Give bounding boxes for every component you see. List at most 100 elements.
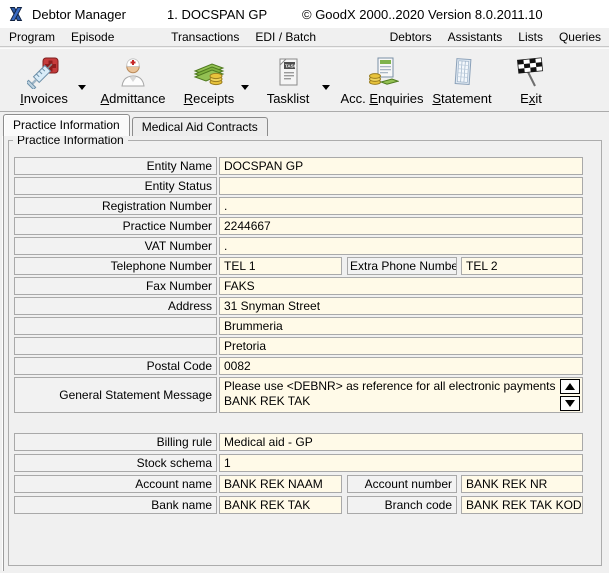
account-number-field[interactable]: BANK REK NR [461, 475, 583, 493]
entity-name-field[interactable]: DOCSPAN GP [219, 157, 583, 175]
menu-lists[interactable]: Lists [510, 28, 551, 47]
current-entity-title: 1. DOCSPAN GP [167, 7, 267, 22]
account-number-label: Account number [347, 475, 457, 493]
menu-transactions[interactable]: Transactions [163, 28, 247, 47]
svg-text:TASK: TASK [285, 63, 298, 68]
address-line2-field[interactable]: Brummeria [219, 317, 583, 335]
tab-practice-information[interactable]: Practice Information [3, 114, 130, 136]
syringe-blood-bag-icon [8, 54, 80, 90]
telephone-number-label: Telephone Number [14, 257, 217, 275]
extra-phone-number-field[interactable]: TEL 2 [461, 257, 583, 275]
extra-phone-number-label: Extra Phone Number [347, 257, 457, 275]
bank-name-label: Bank name [14, 496, 217, 514]
tasklist-button-label: Tasklist [258, 91, 318, 106]
entity-status-label: Entity Status [14, 177, 217, 195]
entity-name-row: Entity Name DOCSPAN GP [14, 157, 583, 175]
postal-code-label: Postal Code [14, 357, 217, 375]
postal-code-row: Postal Code 0082 [14, 357, 583, 375]
billing-rule-field[interactable]: Medical aid - GP [219, 433, 583, 451]
stock-schema-label: Stock schema [14, 454, 217, 472]
practice-number-label: Practice Number [14, 217, 217, 235]
account-name-field[interactable]: BANK REK NAAM [219, 475, 342, 493]
ledger-document-icon [426, 54, 498, 90]
practice-number-row: Practice Number 2244667 [14, 217, 583, 235]
bank-row: Bank name BANK REK TAK Branch code BANK … [14, 496, 583, 514]
banknotes-coins-icon [180, 54, 238, 90]
window-title: Debtor Manager [32, 7, 126, 22]
menu-bar: Program Episode Numbers Transactions EDI… [0, 28, 609, 47]
down-arrow-icon [565, 400, 575, 407]
fax-number-row: Fax Number FAKS [14, 277, 583, 295]
menu-debtors[interactable]: Debtors [382, 28, 440, 47]
menu-assistants[interactable]: Assistants [440, 28, 511, 47]
stock-schema-field[interactable]: 1 [219, 454, 583, 472]
acc-enquiries-button[interactable]: Acc. Enquiries [336, 54, 428, 108]
fax-number-field[interactable]: FAKS [219, 277, 583, 295]
up-arrow-icon [565, 383, 575, 390]
billing-rule-label: Billing rule [14, 433, 217, 451]
postal-code-field[interactable]: 0082 [219, 357, 583, 375]
address-row: Address 31 Snyman Street [14, 297, 583, 315]
toolbar: Invoices Admittance [0, 48, 609, 112]
receipts-button[interactable]: Receipts [180, 54, 238, 108]
vat-number-row: VAT Number . [14, 237, 583, 255]
vat-number-field[interactable]: . [219, 237, 583, 255]
practice-information-page: Practice Information Entity Name DOCSPAN… [0, 136, 609, 573]
registration-number-field[interactable]: . [219, 197, 583, 215]
scroll-up-button[interactable] [560, 379, 580, 394]
title-bar: Debtor Manager 1. DOCSPAN GP © GoodX 200… [0, 0, 609, 28]
account-row: Account name BANK REK NAAM Account numbe… [14, 475, 583, 493]
address-line3-row: Pretoria [14, 337, 583, 355]
debtor-manager-window: Debtor Manager 1. DOCSPAN GP © GoodX 200… [0, 0, 609, 573]
address-line2-label [14, 317, 217, 335]
address-line2-row: Brummeria [14, 317, 583, 335]
address-label: Address [14, 297, 217, 315]
vat-number-label: VAT Number [14, 237, 217, 255]
bank-name-field[interactable]: BANK REK TAK [219, 496, 342, 514]
address-field[interactable]: 31 Snyman Street [219, 297, 583, 315]
receipts-dropdown-arrow-icon[interactable] [239, 81, 251, 93]
menu-episode-numbers[interactable]: Episode Numbers [63, 28, 163, 47]
address-line3-field[interactable]: Pretoria [219, 337, 583, 355]
general-statement-message-label: General Statement Message [14, 377, 217, 413]
general-statement-message-field[interactable]: Please use <DEBNR> as reference for all … [219, 377, 583, 413]
branch-code-field[interactable]: BANK REK TAK KODE [461, 496, 583, 514]
menu-program[interactable]: Program [1, 28, 63, 47]
checkered-flag-icon [500, 54, 562, 90]
practice-number-field[interactable]: 2244667 [219, 217, 583, 235]
form-fields: Entity Name DOCSPAN GP Entity Status Reg… [14, 157, 583, 517]
registration-number-label: Registration Number [14, 197, 217, 215]
account-document-coins-icon [336, 54, 428, 90]
statement-message-line2: BANK REK TAK [224, 394, 582, 409]
goodx-x-icon [7, 5, 25, 23]
statement-button[interactable]: Statement [426, 54, 498, 108]
tab-strip: Practice Information Medical Aid Contrac… [0, 112, 609, 136]
telephone-row: Telephone Number TEL 1 Extra Phone Numbe… [14, 257, 583, 275]
admittance-button[interactable]: Admittance [92, 54, 174, 108]
receipts-button-label: Receipts [180, 91, 238, 106]
tab-medical-aid-contracts[interactable]: Medical Aid Contracts [132, 117, 268, 136]
exit-button[interactable]: Exit [500, 54, 562, 108]
entity-name-label: Entity Name [14, 157, 217, 175]
invoices-button-label: Invoices [8, 91, 80, 106]
statement-message-line1: Please use <DEBNR> as reference for all … [224, 379, 582, 394]
practice-information-groupbox: Practice Information Entity Name DOCSPAN… [8, 140, 602, 566]
address-line3-label [14, 337, 217, 355]
billing-rule-row: Billing rule Medical aid - GP [14, 433, 583, 451]
page-left-border [3, 136, 4, 571]
general-statement-message-row: General Statement Message Please use <DE… [14, 377, 583, 413]
scroll-down-button[interactable] [560, 396, 580, 411]
entity-status-field[interactable] [219, 177, 583, 195]
entity-status-row: Entity Status [14, 177, 583, 195]
menu-edi-batch-management[interactable]: EDI / Batch Management [247, 28, 381, 47]
admittance-button-label: Admittance [92, 91, 174, 106]
invoices-dropdown-arrow-icon[interactable] [76, 81, 88, 93]
telephone-number-field[interactable]: TEL 1 [219, 257, 342, 275]
registration-number-row: Registration Number . [14, 197, 583, 215]
invoices-button[interactable]: Invoices [8, 54, 80, 108]
tasklist-dropdown-arrow-icon[interactable] [320, 81, 332, 93]
tasklist-button[interactable]: TASK Tasklist [258, 54, 318, 108]
branch-code-label: Branch code [347, 496, 457, 514]
exit-button-label: Exit [500, 91, 562, 106]
menu-queries[interactable]: Queries [551, 28, 609, 47]
